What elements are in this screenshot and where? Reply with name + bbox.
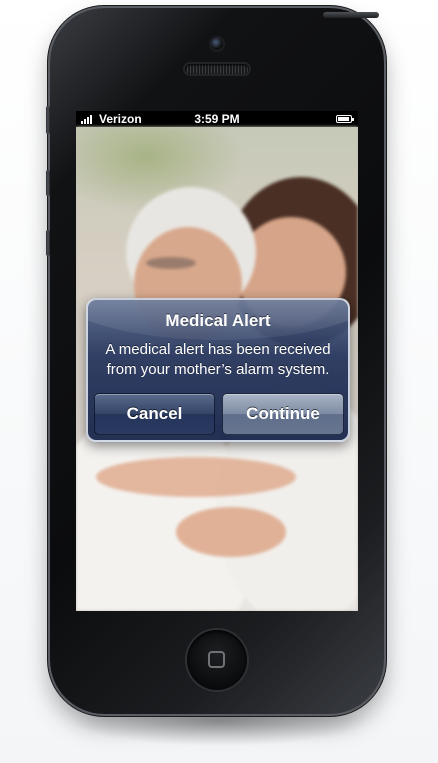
status-bar: Verizon 3:59 PM — [76, 111, 358, 127]
home-button[interactable] — [187, 630, 247, 690]
cancel-button[interactable]: Cancel — [94, 393, 215, 435]
continue-button[interactable]: Continue — [222, 393, 344, 435]
volume-up-button[interactable] — [46, 170, 50, 196]
phone-screen: Verizon 3:59 PM Medical Alert A medical … — [76, 111, 358, 611]
volume-down-button[interactable] — [46, 230, 50, 256]
status-time: 3:59 PM — [194, 112, 240, 126]
home-button-icon — [208, 651, 225, 668]
front-camera-icon — [211, 38, 223, 50]
earpiece-speaker-icon — [185, 64, 249, 74]
mute-switch[interactable] — [46, 106, 50, 134]
device-mockup: Verizon 3:59 PM Medical Alert A medical … — [0, 0, 438, 763]
battery-full-icon — [336, 115, 354, 123]
alert-message: A medical alert has been received from y… — [105, 341, 331, 378]
sleep-wake-button[interactable] — [323, 12, 379, 18]
medical-alert-dialog: Medical Alert A medical alert has been r… — [86, 298, 350, 442]
alert-title: Medical Alert — [165, 311, 271, 330]
